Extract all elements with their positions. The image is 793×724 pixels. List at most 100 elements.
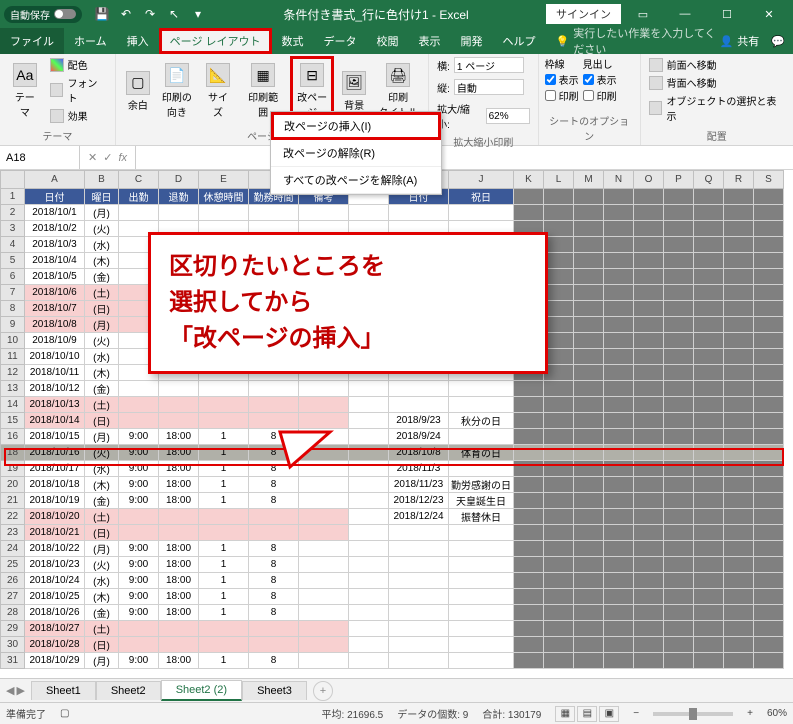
callout-line2: 選択してから — [169, 285, 527, 321]
autosave-toggle[interactable]: 自動保存 — [4, 6, 82, 23]
cancel-icon[interactable]: ✕ — [88, 151, 97, 164]
headings-view-check[interactable]: 表示 — [583, 72, 617, 87]
formula-bar[interactable] — [135, 146, 793, 169]
remove-page-break-item[interactable]: 改ページの解除(R) — [271, 140, 441, 167]
bring-forward-button[interactable]: 前面へ移動 — [647, 56, 787, 73]
insert-page-break-item[interactable]: 改ページの挿入(I) — [271, 112, 441, 140]
sheet-tab-3[interactable]: Sheet3 — [242, 681, 307, 700]
status-count: データの個数: 9 — [397, 706, 468, 721]
effects-icon — [50, 109, 64, 123]
print-check-label-2: 印刷 — [597, 88, 617, 103]
tab-view[interactable]: 表示 — [409, 28, 451, 54]
lightbulb-icon: 💡 — [556, 35, 570, 48]
scale-input[interactable] — [486, 108, 530, 124]
scale-group-label: 拡大縮小印刷 — [435, 132, 531, 149]
colors-label: 配色 — [68, 57, 88, 72]
background-label: 背景 — [344, 97, 364, 112]
add-sheet-button[interactable]: + — [313, 681, 333, 701]
tab-developer[interactable]: 開発 — [451, 28, 493, 54]
forward-icon — [649, 58, 663, 72]
view-check-label: 表示 — [559, 72, 579, 87]
fonts-button[interactable]: フォント — [48, 74, 109, 106]
tab-nav-next-icon[interactable]: ▶ — [16, 684, 24, 697]
save-icon[interactable]: 💾 — [94, 6, 110, 22]
record-macro-icon[interactable]: ▢ — [60, 708, 69, 719]
page-layout-view-icon[interactable]: ▤ — [577, 706, 597, 722]
sheet-tab-2b[interactable]: Sheet2 (2) — [161, 680, 242, 701]
breaks-icon: ⊟ — [300, 63, 324, 87]
zoom-slider[interactable] — [653, 712, 733, 716]
fx-icon[interactable]: fx — [118, 152, 127, 164]
reset-page-breaks-item[interactable]: すべての改ページを解除(A) — [271, 167, 441, 194]
themes-label: テーマ — [10, 89, 40, 119]
cursor-icon[interactable]: ↖ — [166, 6, 182, 22]
gridlines-label: 枠線 — [545, 56, 579, 71]
width-input[interactable] — [454, 57, 524, 73]
headings-print-check[interactable]: 印刷 — [583, 88, 617, 103]
callout-line1: 区切りたいところを — [169, 249, 527, 285]
gridlines-print-check[interactable]: 印刷 — [545, 88, 579, 103]
scale-label: 拡大/縮小: — [437, 101, 481, 131]
status-sum: 合計: 130179 — [482, 706, 541, 721]
theme-group-label: テーマ — [6, 126, 109, 143]
sheetopt-group-label: シートのオプション — [545, 111, 634, 143]
minimize-icon[interactable]: — — [665, 0, 705, 28]
themes-button[interactable]: Aa テーマ — [6, 56, 44, 126]
toggle-off-icon — [54, 9, 76, 19]
name-box[interactable]: A18 — [0, 146, 80, 169]
send-backward-button[interactable]: 背面へ移動 — [647, 74, 787, 91]
enter-icon[interactable]: ✓ — [103, 151, 112, 164]
size-label: サイズ — [204, 89, 232, 119]
backward-icon — [649, 76, 663, 90]
orientation-button[interactable]: 📄印刷の 向き — [158, 56, 196, 126]
orientation-label: 印刷の 向き — [162, 89, 192, 119]
redo-icon[interactable]: ↷ — [142, 6, 158, 22]
callout-line3: 「改ページの挿入」 — [169, 321, 527, 357]
share-button[interactable]: 👤共有 — [720, 33, 760, 49]
tab-help[interactable]: ヘルプ — [493, 28, 546, 54]
page-break-view-icon[interactable]: ▣ — [599, 706, 619, 722]
tab-review[interactable]: 校閲 — [367, 28, 409, 54]
margins-button[interactable]: ▢余白 — [122, 56, 154, 126]
tab-file[interactable]: ファイル — [0, 28, 64, 54]
forward-label: 前面へ移動 — [667, 57, 717, 72]
tab-page-layout[interactable]: ページ レイアウト — [159, 28, 272, 54]
size-icon: 📐 — [206, 63, 230, 87]
zoom-level[interactable]: 60% — [767, 708, 787, 719]
autosave-label: 自動保存 — [10, 7, 50, 22]
ribbon-display-icon[interactable]: ▭ — [623, 0, 663, 28]
tab-nav-prev-icon[interactable]: ◀ — [6, 684, 14, 697]
tab-formulas[interactable]: 数式 — [272, 28, 314, 54]
undo-icon[interactable]: ↶ — [118, 6, 134, 22]
status-average: 平均: 21696.5 — [322, 706, 384, 721]
height-input[interactable] — [454, 79, 524, 95]
zoom-out-icon[interactable]: − — [633, 708, 639, 719]
print-area-icon: ▦ — [251, 63, 275, 87]
normal-view-icon[interactable]: ▦ — [555, 706, 575, 722]
signin-button[interactable]: サインイン — [546, 4, 621, 24]
tab-home[interactable]: ホーム — [64, 28, 117, 54]
sheet-tab-2[interactable]: Sheet2 — [96, 681, 161, 700]
zoom-in-icon[interactable]: + — [747, 708, 753, 719]
comments-icon[interactable]: 💬 — [771, 35, 785, 48]
close-icon[interactable]: ✕ — [749, 0, 789, 28]
tell-me-placeholder: 実行したい作業を入力してください — [573, 25, 719, 57]
effects-label: 効果 — [68, 108, 88, 123]
annotation-callout: 区切りたいところを 選択してから 「改ページの挿入」 — [148, 232, 548, 374]
fonts-icon — [50, 83, 64, 97]
gridlines-view-check[interactable]: 表示 — [545, 72, 579, 87]
maximize-icon[interactable]: ☐ — [707, 0, 747, 28]
qat-dropdown-icon[interactable]: ▾ — [190, 6, 206, 22]
sheet-tab-1[interactable]: Sheet1 — [31, 681, 96, 700]
colors-button[interactable]: 配色 — [48, 56, 109, 73]
share-icon: 👤 — [720, 36, 734, 48]
title-bar: 自動保存 💾 ↶ ↷ ↖ ▾ 条件付き書式_行に色付け1 - Excel サイン… — [0, 0, 793, 28]
height-label: 縦: — [437, 80, 450, 95]
tell-me-input[interactable]: 💡 実行したい作業を入力してください — [546, 25, 720, 57]
effects-button[interactable]: 効果 — [48, 107, 109, 124]
selection-pane-button[interactable]: オブジェクトの選択と表示 — [647, 92, 787, 124]
size-button[interactable]: 📐サイズ — [200, 56, 236, 126]
tab-insert[interactable]: 挿入 — [117, 28, 159, 54]
tab-data[interactable]: データ — [314, 28, 367, 54]
width-label: 横: — [437, 58, 450, 73]
